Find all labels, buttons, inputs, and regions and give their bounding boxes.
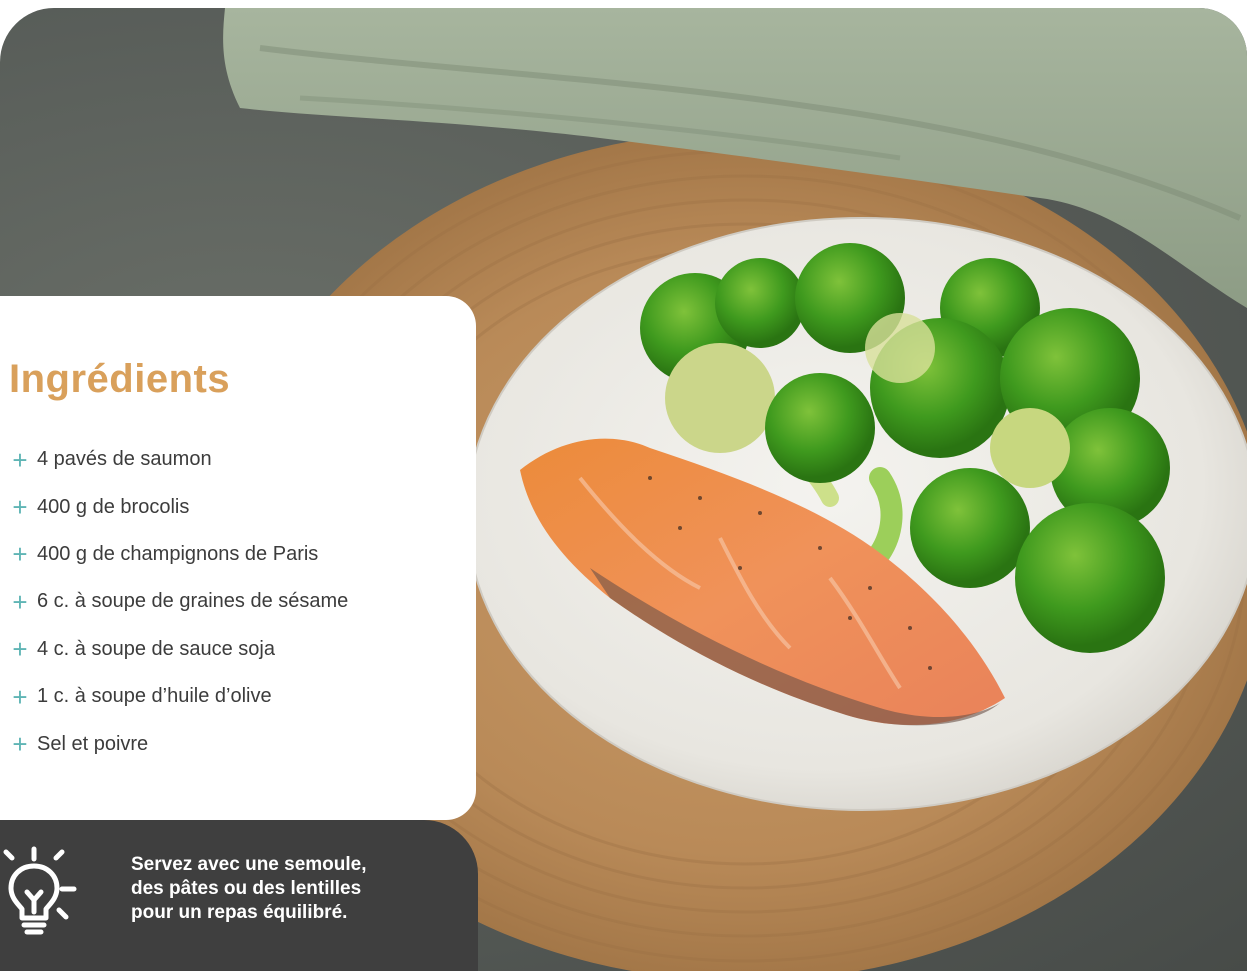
tip-text: Servez avec une semoule, des pâtes ou de… bbox=[131, 853, 431, 925]
plus-icon: + bbox=[12, 586, 28, 617]
ingredients-list: + 4 pavés de saumon + 400 g de brocolis … bbox=[9, 436, 348, 768]
ingredient-label: 4 pavés de saumon bbox=[37, 448, 212, 471]
ingredient-label: Sel et poivre bbox=[37, 732, 149, 755]
list-item: + 4 pavés de saumon bbox=[9, 436, 348, 483]
list-item: + 6 c. à soupe de graines de sésame bbox=[9, 578, 348, 625]
tip-line: des pâtes ou des lentilles bbox=[131, 878, 362, 899]
ingredients-title: Ingrédients bbox=[9, 357, 231, 401]
ingredient-label: 400 g de brocolis bbox=[37, 495, 190, 518]
list-item: + 4 c. à soupe de sauce soja bbox=[9, 626, 348, 673]
tip-line: Servez avec une semoule, bbox=[131, 854, 367, 875]
plus-icon: + bbox=[12, 444, 28, 475]
list-item: + Sel et poivre bbox=[9, 720, 348, 767]
plus-icon: + bbox=[12, 539, 28, 570]
list-item: + 400 g de brocolis bbox=[9, 483, 348, 530]
lightbulb-icon bbox=[3, 846, 77, 935]
ingredient-label: 1 c. à soupe d’huile d’olive bbox=[37, 685, 272, 708]
list-item: + 400 g de champignons de Paris bbox=[9, 531, 348, 578]
ingredient-label: 400 g de champignons de Paris bbox=[37, 542, 319, 565]
ingredient-label: 4 c. à soupe de sauce soja bbox=[37, 637, 275, 660]
list-item: + 1 c. à soupe d’huile d’olive bbox=[9, 673, 348, 720]
plus-icon: + bbox=[12, 681, 28, 712]
ingredient-label: 6 c. à soupe de graines de sésame bbox=[37, 590, 349, 613]
plus-icon: + bbox=[12, 492, 28, 523]
tip-line: pour un repas équilibré. bbox=[131, 902, 348, 923]
plus-icon: + bbox=[12, 634, 28, 665]
plus-icon: + bbox=[12, 729, 28, 760]
